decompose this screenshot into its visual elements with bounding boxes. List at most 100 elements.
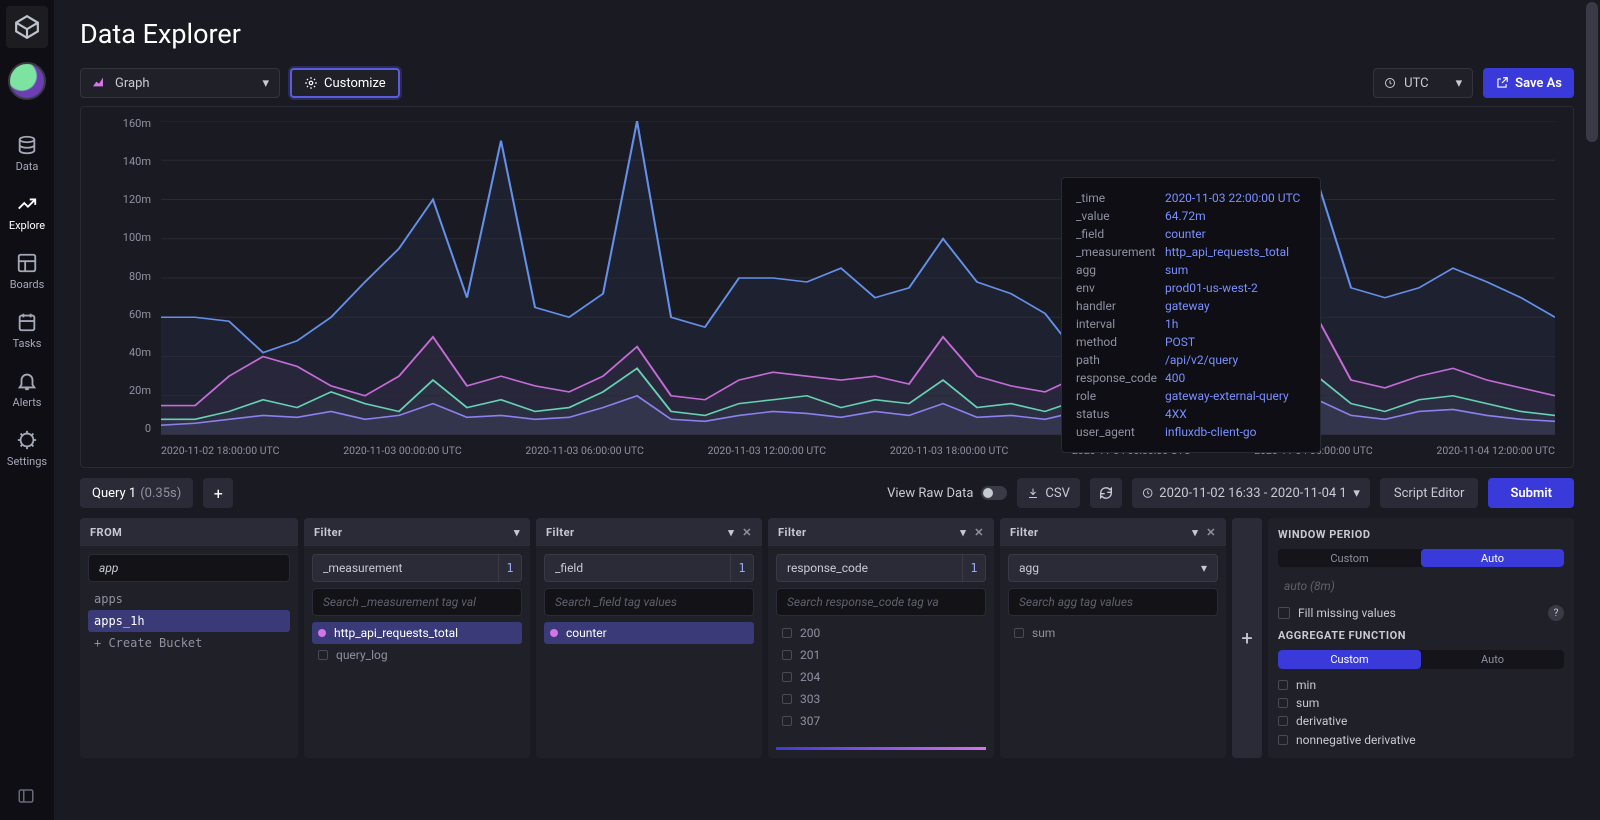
tooltip-value: POST [1165, 334, 1306, 350]
csv-label: CSV [1045, 486, 1069, 501]
view-raw-toggle[interactable]: View Raw Data [887, 486, 1007, 501]
checkbox-icon [782, 650, 792, 660]
tag-key-label: response_code [787, 561, 868, 575]
nav-tasks[interactable]: Tasks [0, 301, 54, 360]
create-bucket-button[interactable]: + Create Bucket [88, 632, 290, 654]
nav-explore[interactable]: Explore [0, 183, 54, 242]
tag-value-item[interactable]: 307 [776, 710, 986, 732]
caret-down-icon[interactable]: ▾ [728, 526, 734, 539]
tag-value-item[interactable]: 204 [776, 666, 986, 688]
filter-panel: Filter▾_measurement▾1http_api_requests_t… [304, 518, 530, 758]
tag-search-input[interactable] [312, 588, 522, 616]
caret-down-icon: ▾ [262, 76, 269, 91]
time-range-dropdown[interactable]: 2020-11-02 16:33 - 2020-11-04 1... ▾ [1132, 478, 1370, 508]
y-tick: 60m [129, 308, 151, 321]
x-tick: 2020-11-02 18:00:00 UTC [161, 444, 279, 457]
window-period-segment[interactable]: CustomAuto [1278, 549, 1564, 567]
y-tick: 120m [123, 193, 151, 206]
tooltip-key: method [1076, 334, 1163, 350]
customize-label: Customize [324, 76, 386, 91]
x-tick: 2020-11-03 18:00:00 UTC [890, 444, 1008, 457]
nav-settings[interactable]: Settings [0, 419, 54, 478]
tag-value-item[interactable]: 200 [776, 622, 986, 644]
checkbox-icon [782, 628, 792, 638]
tag-value-item[interactable]: 201 [776, 644, 986, 666]
y-tick: 160m [123, 117, 151, 130]
tag-search-input[interactable] [1008, 588, 1218, 616]
save-as-button[interactable]: Save As [1483, 68, 1574, 98]
bucket-item[interactable]: apps [88, 588, 290, 610]
tooltip-key: _time [1076, 190, 1163, 206]
script-editor-button[interactable]: Script Editor [1380, 478, 1479, 508]
agg-function-item[interactable]: min [1278, 677, 1564, 693]
caret-down-icon[interactable]: ▾ [1192, 526, 1198, 539]
refresh-button[interactable] [1090, 478, 1122, 508]
submit-button[interactable]: Submit [1488, 478, 1574, 508]
y-tick: 80m [129, 270, 151, 283]
seg-custom[interactable]: Custom [1278, 650, 1421, 668]
seg-custom[interactable]: Custom [1278, 549, 1421, 567]
tooltip-value: 2020-11-03 22:00:00 UTC [1165, 190, 1306, 206]
query-tab[interactable]: Query 1 (0.35s) [80, 478, 193, 508]
download-icon [1027, 487, 1039, 499]
csv-button[interactable]: CSV [1017, 478, 1079, 508]
caret-down-icon[interactable]: ▾ [960, 526, 966, 539]
tag-value-item[interactable]: http_api_requests_total [312, 622, 522, 644]
tooltip-value: 64.72m [1165, 208, 1306, 224]
seg-auto[interactable]: Auto [1421, 549, 1564, 567]
agg-function-item[interactable]: derivative [1278, 713, 1564, 729]
toggle-switch[interactable] [981, 486, 1007, 500]
tag-key-dropdown[interactable]: response_code▾1 [776, 554, 986, 582]
caret-down-icon[interactable]: ▾ [514, 526, 520, 539]
y-tick: 0 [145, 422, 151, 435]
tag-value-item[interactable]: counter [544, 622, 754, 644]
chart-icon [91, 75, 107, 91]
tag-value-label: 303 [800, 692, 820, 706]
agg-segment[interactable]: CustomAuto [1278, 650, 1564, 668]
tag-search-input[interactable] [776, 588, 986, 616]
customize-button[interactable]: Customize [290, 68, 400, 98]
seg-auto[interactable]: Auto [1421, 650, 1564, 668]
tag-key-dropdown[interactable]: agg▾ [1008, 554, 1218, 582]
add-filter-button[interactable]: + [1232, 518, 1262, 758]
scroll-indicator [776, 747, 986, 750]
help-icon[interactable]: ? [1548, 605, 1564, 621]
fill-missing-label: Fill missing values [1298, 606, 1396, 620]
tag-value-item[interactable]: 303 [776, 688, 986, 710]
close-filter-icon[interactable]: ✕ [974, 526, 984, 539]
scrollbar[interactable] [1584, 0, 1600, 820]
tag-key-label: _field [555, 561, 583, 575]
gear-icon [304, 76, 318, 90]
nav-boards[interactable]: Boards [0, 242, 54, 301]
graph-type-dropdown[interactable]: Graph ▾ [80, 68, 280, 98]
nav-data[interactable]: Data [0, 124, 54, 183]
bucket-search-input[interactable] [88, 554, 290, 582]
add-query-button[interactable]: + [203, 478, 233, 508]
agg-function-item[interactable]: nonnegative derivative [1278, 732, 1564, 748]
checkbox-icon [782, 672, 792, 682]
agg-function-item[interactable]: sum [1278, 695, 1564, 711]
app-logo[interactable] [6, 6, 48, 48]
tooltip-key: role [1076, 388, 1163, 404]
tooltip-value: prod01-us-west-2 [1165, 280, 1306, 296]
tag-value-item[interactable]: sum [1008, 622, 1218, 644]
checkbox-icon [1278, 680, 1288, 690]
tz-label: UTC [1404, 76, 1428, 91]
timezone-dropdown[interactable]: UTC ▾ [1373, 68, 1473, 98]
sidebar-collapse-icon[interactable] [12, 782, 40, 810]
agg-function-label: min [1296, 678, 1316, 692]
fill-missing-row[interactable]: Fill missing values? [1278, 605, 1564, 621]
bucket-item[interactable]: apps_1h [88, 610, 290, 632]
tag-key-dropdown[interactable]: _field▾1 [544, 554, 754, 582]
tag-search-input[interactable] [544, 588, 754, 616]
close-filter-icon[interactable]: ✕ [742, 526, 752, 539]
tag-count: 1 [962, 554, 986, 582]
time-range-label: 2020-11-02 16:33 - 2020-11-04 1... [1159, 486, 1347, 501]
avatar[interactable] [8, 62, 46, 100]
tag-value-item[interactable]: query_log [312, 644, 522, 666]
tooltip-value: 400 [1165, 370, 1306, 386]
tag-key-dropdown[interactable]: _measurement▾1 [312, 554, 522, 582]
close-filter-icon[interactable]: ✕ [1206, 526, 1216, 539]
nav-alerts[interactable]: Alerts [0, 360, 54, 419]
checkbox-icon [1278, 698, 1288, 708]
